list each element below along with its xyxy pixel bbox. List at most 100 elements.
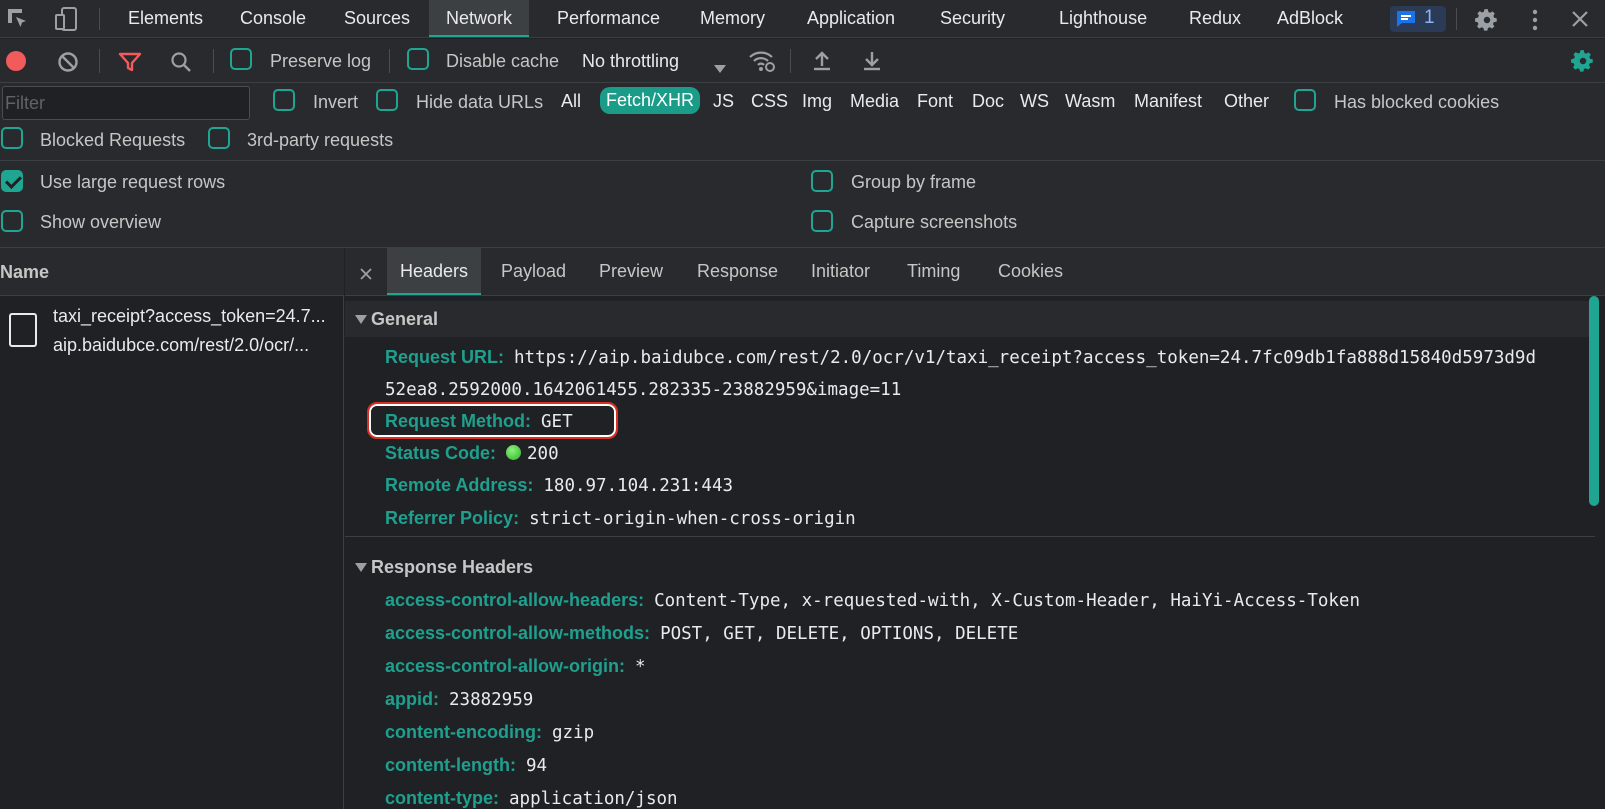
request-name: taxi_receipt?access_token=24.7...: [53, 306, 326, 326]
tab-adblock[interactable]: AdBlock: [1277, 0, 1343, 37]
tab-network[interactable]: Network: [429, 0, 530, 37]
filter-type-media[interactable]: Media: [850, 91, 899, 112]
name-column-label: Name: [0, 262, 50, 282]
disable-cache-checkbox[interactable]: [407, 48, 429, 70]
triangle-down-icon: [355, 315, 367, 324]
detail-tab-preview[interactable]: Preview: [599, 248, 663, 295]
detail-tab-cookies[interactable]: Cookies: [998, 248, 1063, 295]
detail-tab-initiator[interactable]: Initiator: [811, 248, 870, 295]
filter-type-css[interactable]: CSS: [751, 91, 788, 112]
document-icon: [9, 313, 37, 347]
invert-checkbox[interactable]: [273, 89, 295, 111]
disable-cache-label: Disable cache: [446, 51, 560, 71]
header-value: gzip: [551, 723, 595, 743]
filter-type-fetch-xhr[interactable]: Fetch/XHR: [600, 87, 701, 114]
blocked-requests-label: Blocked Requests: [40, 130, 186, 150]
preserve-log-checkbox[interactable]: [230, 48, 252, 70]
throttling-select[interactable]: No throttling: [582, 51, 679, 72]
filter-type-js[interactable]: JS: [713, 91, 734, 112]
detail-tab-payload[interactable]: Payload: [501, 248, 566, 295]
detail-tab-timing[interactable]: Timing: [907, 248, 960, 295]
tab-console[interactable]: Console: [240, 0, 306, 37]
tab-lighthouse[interactable]: Lighthouse: [1059, 0, 1147, 37]
large-rows-checkbox[interactable]: [1, 170, 23, 192]
header-value: Content-Type, x-requested-with, X-Custom…: [654, 591, 1360, 611]
export-har-icon[interactable]: [862, 50, 882, 72]
header-row: content-encoding: gzip: [385, 722, 594, 743]
invert-label: Invert: [313, 92, 359, 112]
request-url-value: https://aip.baidubce.com/rest/2.0/ocr/v1…: [514, 348, 1536, 368]
clear-icon[interactable]: [57, 51, 79, 73]
request-url-row: Request URL: https://aip.baidubce.com/res…: [385, 347, 1536, 368]
filter-type-other[interactable]: Other: [1224, 91, 1269, 112]
group-by-frame-checkbox[interactable]: [811, 170, 833, 192]
general-section-header[interactable]: General: [345, 301, 1595, 337]
filter-input[interactable]: [2, 86, 250, 120]
header-value: 94: [525, 756, 548, 776]
header-value: application/json: [509, 789, 678, 809]
import-har-icon[interactable]: [812, 50, 832, 72]
more-options-icon[interactable]: [1530, 8, 1540, 32]
tab-elements[interactable]: Elements: [128, 0, 203, 37]
filter-type-all[interactable]: All: [561, 91, 581, 112]
scrollbar-thumb[interactable]: [1589, 296, 1599, 506]
filter-type-manifest[interactable]: Manifest: [1134, 91, 1202, 112]
header-key: access-control-allow-methods:: [385, 623, 651, 643]
has-blocked-cookies-label: Has blocked cookies: [1334, 92, 1500, 112]
blocked-requests-checkbox[interactable]: [1, 127, 23, 149]
filter-icon[interactable]: [118, 52, 142, 72]
remote-address-value: 180.97.104.231:443: [543, 476, 734, 496]
has-blocked-cookies-checkbox[interactable]: [1294, 89, 1316, 111]
preserve-log-label: Preserve log: [270, 51, 372, 71]
filter-type-doc[interactable]: Doc: [972, 91, 1004, 112]
hide-data-urls-checkbox[interactable]: [376, 89, 398, 111]
tab-memory[interactable]: Memory: [700, 0, 765, 37]
device-toolbar-icon[interactable]: [54, 6, 80, 32]
header-key: content-length:: [385, 755, 516, 775]
detail-tab-headers[interactable]: Headers: [387, 248, 482, 295]
tab-sources[interactable]: Sources: [344, 0, 410, 37]
third-party-requests-checkbox[interactable]: [208, 127, 230, 149]
network-conditions-icon[interactable]: [748, 49, 776, 73]
status-code-value: 200: [527, 444, 559, 464]
referrer-policy-value: strict-origin-when-cross-origin: [529, 509, 856, 529]
header-key: content-encoding:: [385, 722, 542, 742]
request-method-key: Request Method:: [385, 411, 531, 431]
header-row: appid: 23882959: [385, 689, 533, 710]
message-icon: [1396, 10, 1416, 28]
tab-security[interactable]: Security: [940, 0, 1005, 37]
header-key: access-control-allow-headers:: [385, 590, 645, 610]
filter-type-ws[interactable]: WS: [1020, 91, 1049, 112]
tab-application[interactable]: Application: [807, 0, 895, 37]
filter-type-img[interactable]: Img: [802, 91, 832, 112]
response-headers-section-header[interactable]: Response Headers: [345, 549, 1595, 585]
filter-type-font[interactable]: Font: [917, 91, 953, 112]
request-method-value: GET: [541, 412, 573, 432]
filter-type-wasm[interactable]: Wasm: [1065, 91, 1115, 112]
capture-screenshots-checkbox[interactable]: [811, 210, 833, 232]
status-code-key: Status Code:: [385, 443, 497, 463]
record-button[interactable]: [6, 51, 26, 71]
chevron-down-icon[interactable]: [714, 57, 726, 73]
tab-performance[interactable]: Performance: [557, 0, 660, 37]
detail-tab-response[interactable]: Response: [697, 248, 778, 295]
status-code-row: Status Code: 200: [385, 443, 559, 464]
header-row: access-control-allow-methods: POST, GET, …: [385, 623, 1018, 644]
triangle-down-icon: [355, 563, 367, 572]
remote-address-row: Remote Address: 180.97.104.231:443: [385, 475, 733, 496]
status-ok-dot-icon: [506, 445, 522, 460]
close-detail-icon[interactable]: [359, 265, 373, 280]
show-overview-checkbox[interactable]: [1, 210, 23, 232]
search-icon[interactable]: [170, 51, 192, 73]
issues-badge[interactable]: 1: [1390, 6, 1446, 32]
name-column-header[interactable]: Name: [0, 248, 344, 296]
tab-redux[interactable]: Redux: [1189, 0, 1241, 37]
header-row: content-length: 94: [385, 755, 547, 776]
referrer-policy-row: Referrer Policy: strict-origin-when-cross…: [385, 508, 856, 529]
settings-gear-icon[interactable]: [1474, 7, 1500, 33]
close-devtools-icon[interactable]: [1570, 9, 1590, 29]
request-row[interactable]: taxi_receipt?access_token=24.7... aip.ba…: [0, 297, 344, 365]
request-path: aip.baidubce.com/rest/2.0/ocr/...: [53, 335, 310, 355]
inspect-element-icon[interactable]: [6, 7, 30, 31]
network-settings-gear-icon[interactable]: [1570, 48, 1596, 74]
